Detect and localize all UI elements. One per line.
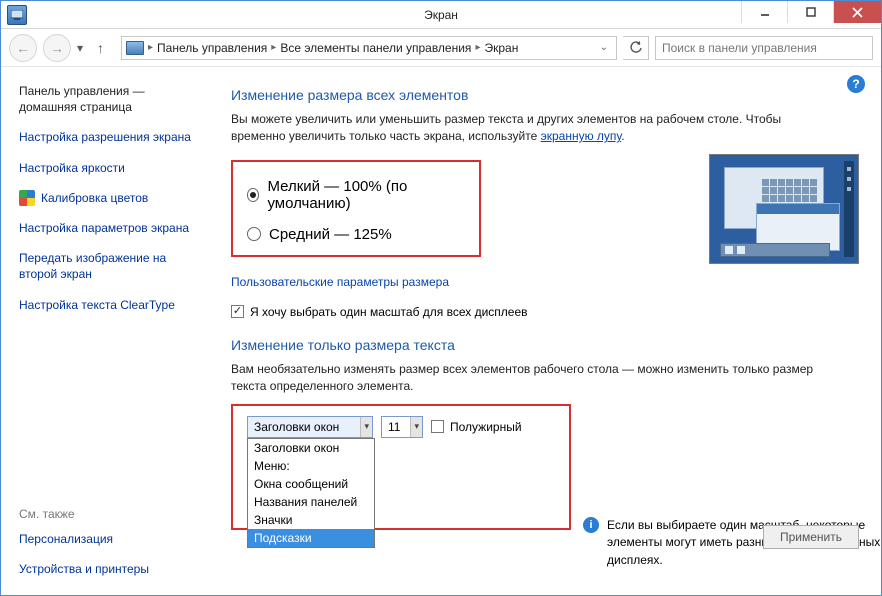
- minimize-button[interactable]: [741, 1, 787, 23]
- main-content: ? Изменение размера всех элементов Вы мо…: [211, 67, 881, 595]
- back-button[interactable]: ←: [9, 34, 37, 62]
- breadcrumb-item[interactable]: Экран: [484, 41, 518, 55]
- history-dropdown-icon[interactable]: ▾: [77, 41, 91, 55]
- text-size-highlight: Заголовки окон ▾ Заголовки окон Меню: Ок…: [231, 404, 571, 530]
- dropdown-option[interactable]: Названия панелей: [248, 493, 374, 511]
- breadcrumb-item[interactable]: Панель управления: [157, 41, 267, 55]
- see-also-personalization[interactable]: Персонализация: [19, 531, 209, 547]
- checkbox-icon: [231, 305, 244, 318]
- address-dropdown-icon[interactable]: ⌄: [596, 42, 612, 53]
- scaling-options-highlight: Мелкий — 100% (по умолчанию) Средний — 1…: [231, 160, 481, 257]
- shield-icon: [19, 190, 35, 206]
- chevron-down-icon: ▾: [360, 417, 372, 437]
- radio-icon: [247, 188, 259, 202]
- combobox-value: Заголовки окон: [254, 420, 339, 434]
- sidebar-item-project[interactable]: Передать изображение на второй экран: [19, 250, 203, 282]
- search-placeholder: Поиск в панели управления: [662, 41, 817, 55]
- sidebar-item-resolution[interactable]: Настройка разрешения экрана: [19, 129, 203, 145]
- apply-button[interactable]: Применить: [763, 525, 859, 549]
- breadcrumb-item[interactable]: Все элементы панели управления: [280, 41, 471, 55]
- dropdown-option[interactable]: Окна сообщений: [248, 475, 374, 493]
- sidebar-item-calibration[interactable]: Калибровка цветов: [41, 190, 148, 206]
- dropdown-option[interactable]: Меню:: [248, 457, 374, 475]
- desc-text: Вы можете увеличить или уменьшить размер…: [231, 112, 781, 143]
- checkbox-icon: [431, 420, 444, 433]
- sidebar-item-cleartype[interactable]: Настройка текста ClearType: [19, 297, 203, 313]
- sidebar-home-link[interactable]: Панель управления — домашняя страница: [19, 83, 203, 115]
- maximize-button[interactable]: [787, 1, 833, 23]
- section-description: Вы можете увеличить или уменьшить размер…: [231, 111, 831, 146]
- size-combobox[interactable]: 11 ▾: [381, 416, 423, 438]
- see-also-devices[interactable]: Устройства и принтеры: [19, 561, 209, 577]
- element-dropdown-list: Заголовки окон Меню: Окна сообщений Назв…: [247, 438, 375, 548]
- custom-scaling-link[interactable]: Пользовательские параметры размера: [231, 275, 449, 289]
- section-description: Вам необязательно изменять размер всех э…: [231, 361, 831, 396]
- sidebar-item-brightness[interactable]: Настройка яркости: [19, 160, 203, 176]
- up-button[interactable]: ↑: [97, 40, 115, 56]
- chevron-down-icon: ▾: [410, 417, 422, 437]
- radio-icon: [247, 227, 261, 241]
- element-combobox[interactable]: Заголовки окон ▾: [247, 416, 373, 438]
- bold-checkbox-row[interactable]: Полужирный: [431, 420, 522, 434]
- see-also-section: См. также Персонализация Устройства и пр…: [19, 507, 209, 577]
- chevron-right-icon: ▸: [271, 42, 276, 53]
- radio-medium[interactable]: Средний — 125%: [247, 226, 465, 243]
- dropdown-option[interactable]: Подсказки: [248, 529, 374, 547]
- display-preview-image: [709, 154, 859, 264]
- navigation-bar: ← → ▾ ↑ ▸ Панель управления ▸ Все элемен…: [1, 29, 881, 67]
- dropdown-option[interactable]: Заголовки окон: [248, 439, 374, 457]
- close-button[interactable]: [833, 1, 881, 23]
- combobox-value: 11: [388, 420, 400, 434]
- search-input[interactable]: Поиск в панели управления: [655, 36, 873, 60]
- checkbox-label: Я хочу выбрать один масштаб для всех дис…: [250, 305, 528, 319]
- section-title-textsize: Изменение только размера текста: [231, 337, 859, 353]
- radio-small[interactable]: Мелкий — 100% (по умолчанию): [247, 178, 465, 212]
- see-also-header: См. также: [19, 507, 209, 521]
- single-scale-checkbox-row[interactable]: Я хочу выбрать один масштаб для всех дис…: [231, 305, 859, 319]
- radio-label: Мелкий — 100% (по умолчанию): [267, 178, 465, 212]
- forward-button[interactable]: →: [43, 34, 71, 62]
- help-icon[interactable]: ?: [847, 75, 865, 93]
- sidebar-item-display-settings[interactable]: Настройка параметров экрана: [19, 220, 203, 236]
- title-bar: Экран: [1, 1, 881, 29]
- magnifier-link[interactable]: экранную лупу: [541, 129, 622, 143]
- info-icon: i: [583, 517, 599, 533]
- checkbox-label: Полужирный: [450, 420, 522, 434]
- chevron-right-icon: ▸: [148, 42, 153, 53]
- dropdown-option[interactable]: Значки: [248, 511, 374, 529]
- radio-label: Средний — 125%: [269, 226, 392, 243]
- chevron-right-icon: ▸: [475, 42, 480, 53]
- section-title-scaling: Изменение размера всех элементов: [231, 87, 859, 103]
- monitor-icon: [126, 41, 144, 55]
- refresh-button[interactable]: [623, 36, 649, 60]
- address-bar[interactable]: ▸ Панель управления ▸ Все элементы панел…: [121, 36, 617, 60]
- desc-text: .: [621, 129, 624, 143]
